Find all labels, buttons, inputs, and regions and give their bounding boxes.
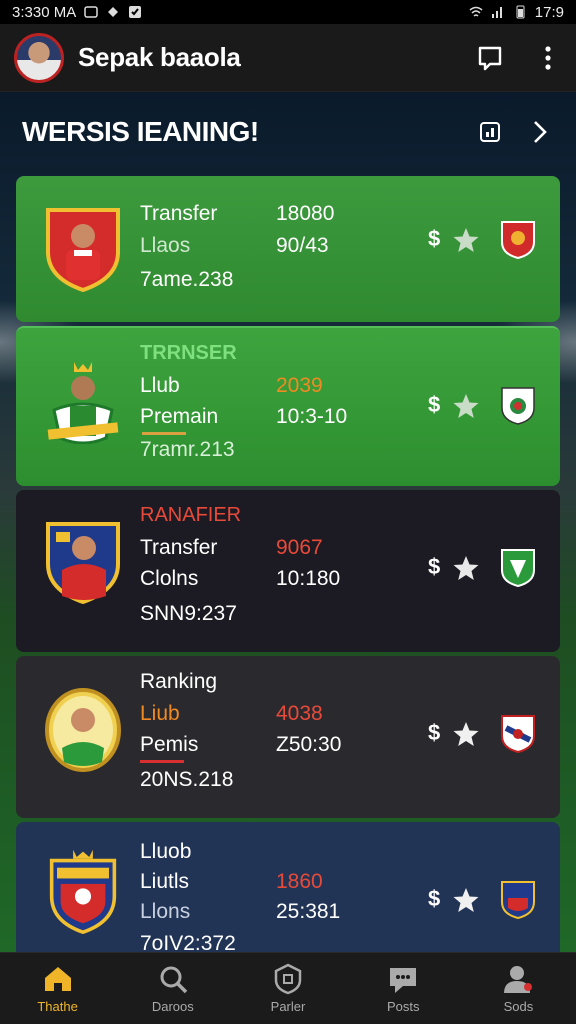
status-right-time: 17:9 (534, 3, 564, 21)
row-number-2: 25:381 (276, 900, 341, 923)
underline-accent (142, 432, 186, 435)
nav-item-profile[interactable]: Sods (461, 953, 576, 1024)
wifi-icon (469, 6, 483, 17)
price-icon: $ (428, 392, 441, 417)
list-item[interactable]: Ranking Liub Pemis 20NS.218 4038 Z50:30 … (16, 656, 560, 818)
row-label-0: RANAFIER (140, 504, 242, 526)
home-icon (44, 967, 71, 991)
row-number-1: 4038 (276, 702, 323, 725)
team-badge-icon (501, 715, 535, 754)
price-icon: $ (428, 886, 441, 911)
list-item[interactable]: TRRNSER Llub Premain 7ramr.213 2039 10:3… (16, 326, 560, 486)
more-button[interactable] (534, 44, 562, 72)
price-icon: $ (428, 720, 441, 745)
club-crest-icon (45, 688, 121, 772)
player-list: Transfer Llaos 7ame.238 18080 90/43 $ TR… (16, 176, 560, 988)
section-header: WERSIS IEANING! (0, 92, 576, 172)
star-icon[interactable] (452, 886, 480, 914)
row-label-1: Transfer (140, 536, 218, 559)
club-crest-icon (47, 362, 119, 444)
nav-label: Posts (386, 999, 420, 1014)
check-icon (129, 6, 142, 18)
star-icon[interactable] (452, 554, 480, 582)
row-label-3: Llons (140, 900, 191, 923)
search-icon (160, 966, 188, 994)
row-label-3: 7ame.238 (140, 268, 234, 291)
list-item[interactable]: Transfer Llaos 7ame.238 18080 90/43 $ (16, 176, 560, 322)
row-label-3: SNN9:237 (140, 602, 237, 625)
star-icon[interactable] (452, 392, 480, 420)
price-icon: $ (428, 226, 441, 251)
row-label-4: 20NS.218 (140, 768, 234, 791)
nav-label: Thathe (37, 999, 78, 1014)
team-badge-icon (501, 387, 535, 425)
row-label-2: Llaos (140, 234, 191, 257)
section-title: WERSIS IEANING! (22, 116, 259, 147)
status-bar: 3:330 MA 17:9 (0, 0, 576, 24)
more-vert-icon (545, 45, 551, 70)
row-label-0: TRRNSER (140, 342, 237, 364)
shield-icon (274, 963, 302, 995)
row-label-2: Clolns (140, 567, 199, 590)
avatar[interactable] (14, 32, 64, 83)
row-label-2: Premain (140, 405, 219, 428)
next-button[interactable] (526, 118, 554, 146)
club-crest-icon (46, 522, 120, 604)
chat-icon (390, 968, 417, 993)
row-label-1: Llub (140, 374, 180, 397)
row-number-1: 18080 (276, 202, 335, 225)
nav-item-teams[interactable]: Parler (230, 953, 345, 1024)
nav-item-posts[interactable]: Posts (346, 953, 461, 1024)
price-icon: $ (428, 554, 441, 579)
app-title: Sepak baaola (78, 42, 241, 72)
status-time: 3:330 MA (12, 3, 77, 21)
nav-label: Parler (270, 999, 306, 1014)
row-number-2: 10:3-10 (276, 405, 348, 428)
star-icon[interactable] (452, 720, 480, 748)
nav-item-search[interactable]: Daroos (115, 953, 230, 1024)
nav-label: Daroos (151, 999, 194, 1014)
filter-icon (480, 122, 500, 142)
star-icon[interactable] (452, 226, 480, 254)
bottom-nav: Thathe Daroos Parler Posts Sods (0, 952, 576, 1024)
club-crest-icon (49, 849, 117, 934)
chat-icon (478, 46, 502, 70)
row-label-1: Transfer (140, 202, 218, 225)
row-number-1: 2039 (276, 374, 323, 397)
underline-accent (140, 760, 184, 763)
row-number-2: Z50:30 (276, 733, 342, 756)
row-label-1: Lluob (140, 840, 192, 863)
row-label-2: Liub (140, 702, 180, 725)
chevron-right-icon (534, 121, 547, 143)
team-badge-icon (501, 221, 535, 260)
row-label-3: Pemis (140, 733, 199, 756)
settings-icon (108, 7, 119, 17)
row-label-3: 7ramr.213 (140, 438, 235, 461)
club-crest-icon (46, 208, 120, 292)
notification-icon (84, 6, 98, 18)
row-label-2: Liutls (140, 870, 190, 893)
signal-icon (491, 7, 502, 18)
battery-icon (516, 5, 525, 19)
list-item[interactable]: RANAFIER Transfer Clolns SNN9:237 9067 1… (16, 490, 560, 652)
chat-button[interactable] (476, 44, 504, 72)
row-label-1: Ranking (140, 670, 218, 693)
team-badge-icon (501, 549, 535, 588)
team-badge-icon (501, 881, 535, 920)
nav-label: Sods (503, 999, 534, 1014)
app-bar: Sepak baaola (0, 24, 576, 92)
row-number-1: 1860 (276, 870, 323, 893)
row-number-2: 10:180 (276, 567, 341, 590)
profile-icon (504, 966, 533, 993)
row-number-2: 90/43 (276, 234, 329, 257)
filter-button[interactable] (476, 118, 504, 146)
nav-item-home[interactable]: Thathe (0, 953, 115, 1024)
row-number-1: 9067 (276, 536, 323, 559)
